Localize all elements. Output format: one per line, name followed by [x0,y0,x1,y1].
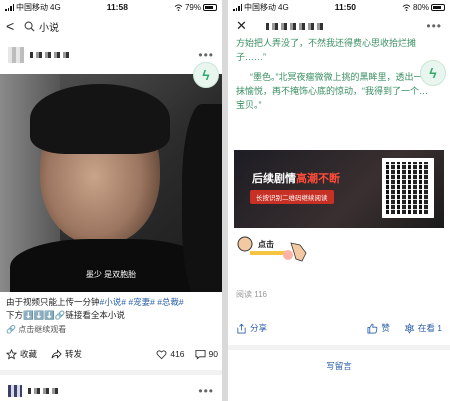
article-paragraph: “墨色。”北冥夜瘤微微上挑的黑眸里，透出一抹愉悦，再不掩饰心底的惊动，“我得到了… [236,72,428,110]
looking-label: 在看 1 [417,323,442,333]
more-options-icon[interactable]: ••• [198,48,214,62]
like-count: 416 [170,349,185,359]
caption-text: 由于视频只能上传一分钟 [6,297,100,307]
qr-promo-banner[interactable]: 后续剧情高潮不断 长按识别二维码继续阅读 [234,150,444,228]
like-label: 赞 [381,323,390,333]
video-foreground-shoulder [182,104,222,292]
carrier: 中国移动 [244,2,276,12]
banner-title-highlight: 高潮不断 [296,173,340,185]
like-button[interactable]: 赞 [367,322,390,334]
flower-icon [404,322,415,334]
write-comment-button[interactable]: 写留言 [228,360,450,372]
right-phone-screen: 中国移动 4G 11:50 80% ✕ ••• 方始把人弄没了，不然我还得费心思… [228,0,450,401]
back-arrow-icon[interactable]: < [6,18,24,34]
more-options-icon[interactable]: ••• [426,19,442,33]
avatar[interactable] [8,47,24,63]
hashtag[interactable]: #小说# [100,297,126,307]
comment-button[interactable]: 90 [195,349,218,360]
post-caption: 由于视频只能上传一分钟#小说# #宠妻# #总裁# 下方⬇️⬇️⬇️🔗链接看全本… [6,296,218,322]
post-author-row[interactable]: ••• [0,38,222,72]
share-button[interactable]: 分享 [236,322,267,334]
looking-button[interactable]: 在看 1 [404,322,442,334]
share-icon [237,323,246,333]
share-label: 分享 [250,323,268,333]
close-icon[interactable]: ✕ [236,18,260,34]
thumbs-up-icon [367,323,378,333]
status-bar: 中国移动 4G 11:50 80% [228,0,450,14]
read-count: 阅读 116 [236,290,267,299]
comment-count: 90 [208,349,218,359]
search-icon [24,21,35,32]
qr-code[interactable] [382,158,434,218]
search-bar: < 小说 [0,14,222,38]
tap-hint-graphic: 点击 [236,233,316,273]
signal-icon [5,3,14,11]
clock: 11:50 [334,2,356,12]
author-name-blurred[interactable] [30,52,70,58]
battery-icon [431,3,445,11]
collect-label: 收藏 [20,349,38,359]
qr-code-pattern [386,162,430,214]
avatar[interactable] [8,385,22,397]
article-action-bar: 分享 赞 在看 1 [236,321,442,335]
account-name-blurred[interactable] [266,22,326,30]
lightning-icon: ϟ [202,67,210,83]
signal-icon [233,3,242,11]
hashtag[interactable]: #宠妻# [128,297,154,307]
tap-hint-label: 点击 [258,240,274,249]
feed-divider [0,370,222,375]
network-type: 4G [278,2,289,12]
float-lightning-button[interactable]: ϟ [420,60,446,86]
post-action-bar: 收藏 转发 416 90 [6,347,218,361]
video-player[interactable]: 墨少 是双胞胎 [0,74,222,292]
forward-label: 转发 [65,349,83,359]
wifi-icon [174,3,183,11]
clock: 11:58 [106,2,128,12]
section-divider [228,345,450,350]
battery-icon [203,3,217,11]
banner-title-white: 后续剧情 [252,173,296,185]
network-type: 4G [50,2,61,12]
forward-button[interactable]: 转发 [51,348,82,360]
status-bar: 中国移动 4G 11:58 79% [0,0,222,14]
like-button[interactable]: 416 [156,349,185,360]
lightning-icon: ϟ [429,65,437,81]
banner-title: 后续剧情高潮不断 [252,170,340,186]
banner-instruction: 长按识别二维码继续阅读 [250,190,334,204]
article-header: ✕ ••• [228,14,450,38]
carrier: 中国移动 [16,2,48,12]
float-lightning-button[interactable]: ϟ [193,62,219,88]
author-name-blurred[interactable] [28,388,58,394]
wifi-icon [402,3,411,11]
hashtag[interactable]: #总裁# [157,297,183,307]
caption-line-2: 下方⬇️⬇️⬇️🔗链接看全本小说 [6,310,125,320]
left-phone-screen: 中国移动 4G 11:58 79% < 小说 ••• 墨少 是双胞胎 ϟ 由于视… [0,0,222,401]
battery-percent: 79% [184,2,201,12]
link-icon: 🔗 [6,325,16,334]
forward-icon [51,348,62,359]
continue-link-label: 点击继续观看 [18,325,67,334]
heart-icon [156,349,167,359]
collect-button[interactable]: 收藏 [6,348,37,360]
search-input[interactable]: 小说 [39,19,59,34]
comment-icon [195,349,206,359]
video-subtitle: 墨少 是双胞胎 [85,270,137,279]
battery-percent: 80% [412,2,429,12]
video-person-body [10,239,210,292]
hand-pointer-icon [237,236,307,262]
continue-watching-link[interactable]: 🔗 点击继续观看 [6,324,66,335]
next-post-author-row[interactable]: ••• [8,384,214,398]
more-options-icon[interactable]: ••• [198,384,214,398]
star-icon [6,348,17,359]
video-person-hair [30,84,170,154]
article-paragraph: 方始把人弄没了，不然我还得费心思收拾烂摊子……” [236,38,417,62]
article-body: 方始把人弄没了，不然我还得费心思收拾烂摊子……” “墨色。”北冥夜瘤微微上挑的黑… [236,36,428,118]
